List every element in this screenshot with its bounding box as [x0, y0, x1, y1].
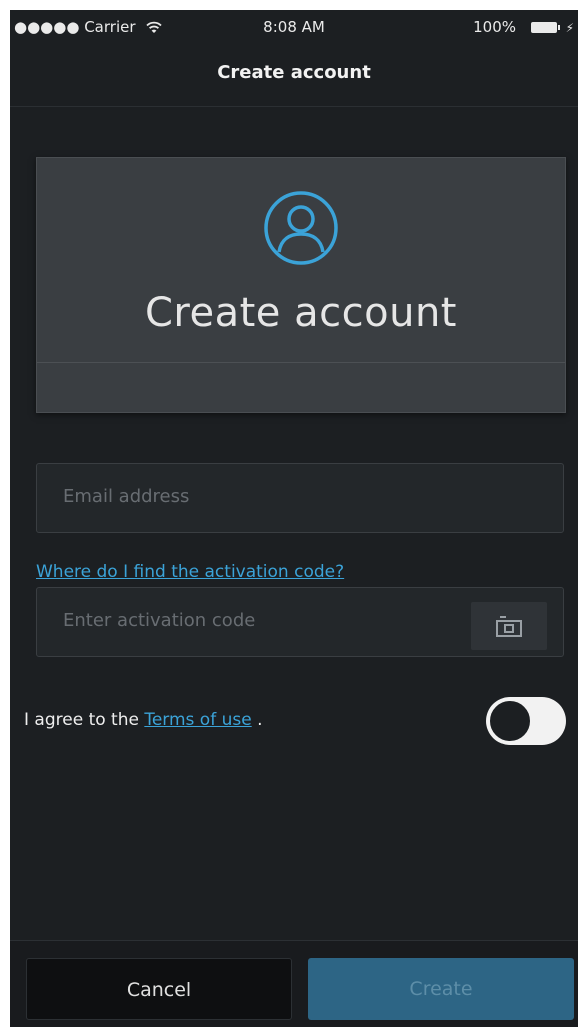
terms-toggle[interactable]	[486, 697, 566, 745]
terms-of-use-link[interactable]: Terms of use	[144, 710, 251, 730]
bottom-action-bar: Cancel Create	[10, 940, 578, 1027]
terms-suffix: .	[251, 710, 263, 730]
terms-prefix: I agree to the	[24, 710, 139, 730]
email-field[interactable]: Email address	[36, 463, 564, 533]
status-bar: ●●●●● Carrier 8:08 AM 100% ⚡	[10, 10, 578, 46]
user-circle-icon	[264, 191, 338, 265]
hero-title: Create account	[145, 290, 457, 336]
activation-help-link[interactable]: Where do I find the activation code?	[36, 562, 344, 582]
activation-code-field[interactable]: Enter activation code	[36, 587, 564, 657]
cancel-button[interactable]: Cancel	[26, 958, 292, 1020]
battery-icon	[530, 22, 560, 33]
page-title: Create account	[217, 62, 371, 83]
camera-icon	[496, 616, 522, 637]
charging-icon: ⚡	[565, 20, 574, 35]
battery-indicator: 100% ⚡	[473, 18, 574, 36]
email-placeholder: Email address	[63, 486, 190, 507]
battery-percent: 100%	[473, 18, 516, 36]
toggle-knob	[488, 699, 532, 743]
navigation-bar: Create account	[10, 46, 578, 107]
header-card: Create account	[36, 157, 566, 413]
divider	[37, 362, 565, 363]
terms-agreement: I agree to the Terms of use .	[24, 710, 263, 730]
app-screen: ●●●●● Carrier 8:08 AM 100% ⚡ Create acco…	[10, 10, 578, 1027]
activation-code-placeholder: Enter activation code	[63, 610, 256, 631]
scan-code-button[interactable]	[471, 602, 547, 650]
create-button[interactable]: Create	[308, 958, 574, 1020]
